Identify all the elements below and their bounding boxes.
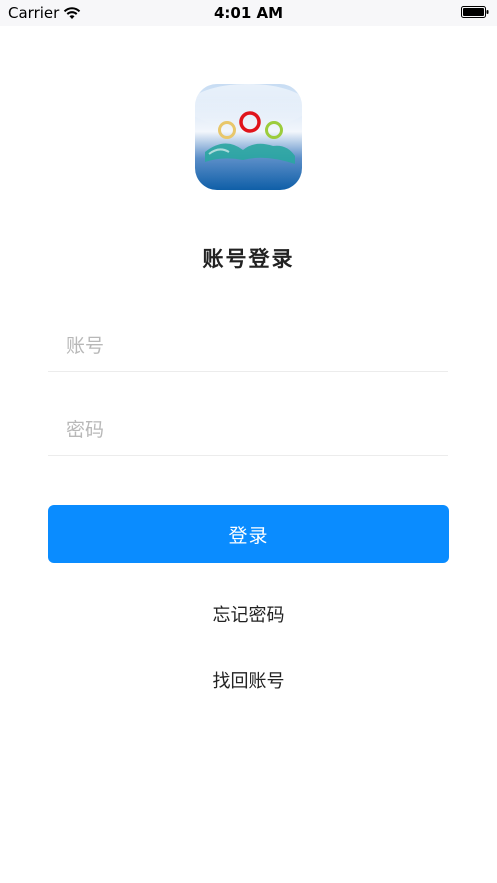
app-logo: [195, 84, 302, 190]
status-time: 4:01 AM: [213, 4, 284, 22]
app-logo-icon: [195, 84, 302, 190]
login-screen: Carrier 4:01 AM 账号登录 账号 登录 忘记密码 找回账号: [0, 0, 497, 883]
recover-account-link[interactable]: 找回账号: [0, 669, 497, 695]
login-button[interactable]: 登录: [48, 505, 449, 563]
account-input[interactable]: [48, 320, 448, 372]
page-title: 账号登录: [202, 247, 295, 271]
forgot-password-link[interactable]: 忘记密码: [0, 603, 497, 629]
status-bar: Carrier 4:01 AM: [0, 0, 497, 26]
battery-icon: [461, 6, 489, 18]
password-input[interactable]: [48, 404, 448, 456]
